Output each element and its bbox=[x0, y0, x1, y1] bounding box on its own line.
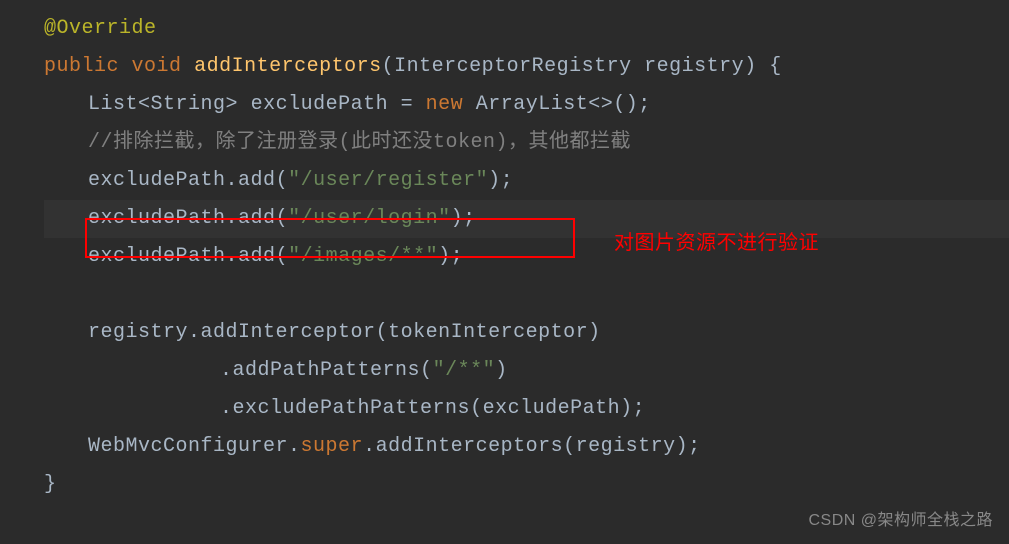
paren: ( bbox=[276, 245, 289, 268]
code-line: .excludePathPatterns(excludePath); bbox=[44, 390, 1009, 428]
string-literal: "/**" bbox=[433, 359, 496, 382]
equals: = bbox=[401, 93, 414, 116]
method-name: addInterceptors bbox=[194, 55, 382, 78]
paren: ); bbox=[438, 245, 463, 268]
comment: //排除拦截，除了注册登录(此时还没token)，其他都拦截 bbox=[88, 131, 631, 154]
paren: ); bbox=[451, 207, 476, 230]
method-add: add bbox=[238, 245, 276, 268]
code-line-empty bbox=[44, 276, 1009, 314]
paren: ( bbox=[276, 207, 289, 230]
generic: <> bbox=[588, 93, 613, 116]
string-literal: "/user/login" bbox=[288, 207, 451, 230]
annotation-token: @Override bbox=[44, 17, 157, 40]
paren: ) { bbox=[744, 55, 782, 78]
code-line: .addPathPatterns("/**") bbox=[44, 352, 1009, 390]
paren: ( bbox=[376, 321, 389, 344]
code-line: //排除拦截，除了注册登录(此时还没token)，其他都拦截 bbox=[44, 124, 1009, 162]
keyword-void: void bbox=[132, 55, 182, 78]
string-literal: "/user/register" bbox=[288, 169, 488, 192]
dot: . bbox=[226, 207, 239, 230]
paren: ) bbox=[495, 359, 508, 382]
code-line: excludePath.add("/user/login"); bbox=[44, 200, 1009, 238]
dot: . bbox=[288, 435, 301, 458]
code-editor: @Override public void addInterceptors(In… bbox=[0, 10, 1009, 504]
param-type: InterceptorRegistry bbox=[394, 55, 632, 78]
paren: ); bbox=[620, 397, 645, 420]
method: addInterceptors bbox=[376, 435, 564, 458]
dot: . bbox=[220, 397, 233, 420]
paren: ); bbox=[676, 435, 701, 458]
paren: ( bbox=[420, 359, 433, 382]
code-line: List<String> excludePath = new ArrayList… bbox=[44, 86, 1009, 124]
dot: . bbox=[220, 359, 233, 382]
method-add: add bbox=[238, 207, 276, 230]
type-list: List bbox=[88, 93, 138, 116]
string-literal: "/images/**" bbox=[288, 245, 438, 268]
keyword-new: new bbox=[426, 93, 464, 116]
parens: (); bbox=[613, 93, 651, 116]
code-line: public void addInterceptors(InterceptorR… bbox=[44, 48, 1009, 86]
generic: > bbox=[226, 93, 239, 116]
var: excludePath bbox=[88, 207, 226, 230]
var: tokenInterceptor bbox=[388, 321, 588, 344]
method: addPathPatterns bbox=[233, 359, 421, 382]
watermark-text: CSDN @架构师全栈之路 bbox=[808, 506, 993, 536]
method: excludePathPatterns bbox=[233, 397, 471, 420]
var: registry bbox=[576, 435, 676, 458]
paren: ( bbox=[382, 55, 395, 78]
paren: ) bbox=[588, 321, 601, 344]
method: addInterceptor bbox=[201, 321, 376, 344]
type-arraylist: ArrayList bbox=[476, 93, 589, 116]
type: WebMvcConfigurer bbox=[88, 435, 288, 458]
var: excludePath bbox=[88, 169, 226, 192]
dot: . bbox=[226, 245, 239, 268]
code-line: WebMvcConfigurer.super.addInterceptors(r… bbox=[44, 428, 1009, 466]
brace: } bbox=[44, 473, 57, 496]
method-add: add bbox=[238, 169, 276, 192]
code-line: } bbox=[44, 466, 1009, 504]
paren: ( bbox=[470, 397, 483, 420]
var: excludePath bbox=[88, 245, 226, 268]
code-line: @Override bbox=[44, 10, 1009, 48]
paren: ); bbox=[488, 169, 513, 192]
param-name: registry bbox=[644, 55, 744, 78]
dot: . bbox=[363, 435, 376, 458]
dot: . bbox=[226, 169, 239, 192]
var-excludepath: excludePath bbox=[251, 93, 389, 116]
dot: . bbox=[188, 321, 201, 344]
code-line: excludePath.add("/images/**"); bbox=[44, 238, 1009, 276]
code-line: excludePath.add("/user/register"); bbox=[44, 162, 1009, 200]
code-line: registry.addInterceptor(tokenInterceptor… bbox=[44, 314, 1009, 352]
type-string: String bbox=[151, 93, 226, 116]
paren: ( bbox=[563, 435, 576, 458]
paren: ( bbox=[276, 169, 289, 192]
var: excludePath bbox=[483, 397, 621, 420]
var: registry bbox=[88, 321, 188, 344]
generic: < bbox=[138, 93, 151, 116]
keyword-public: public bbox=[44, 55, 119, 78]
keyword-super: super bbox=[301, 435, 364, 458]
annotation-label: 对图片资源不进行验证 bbox=[614, 224, 819, 262]
